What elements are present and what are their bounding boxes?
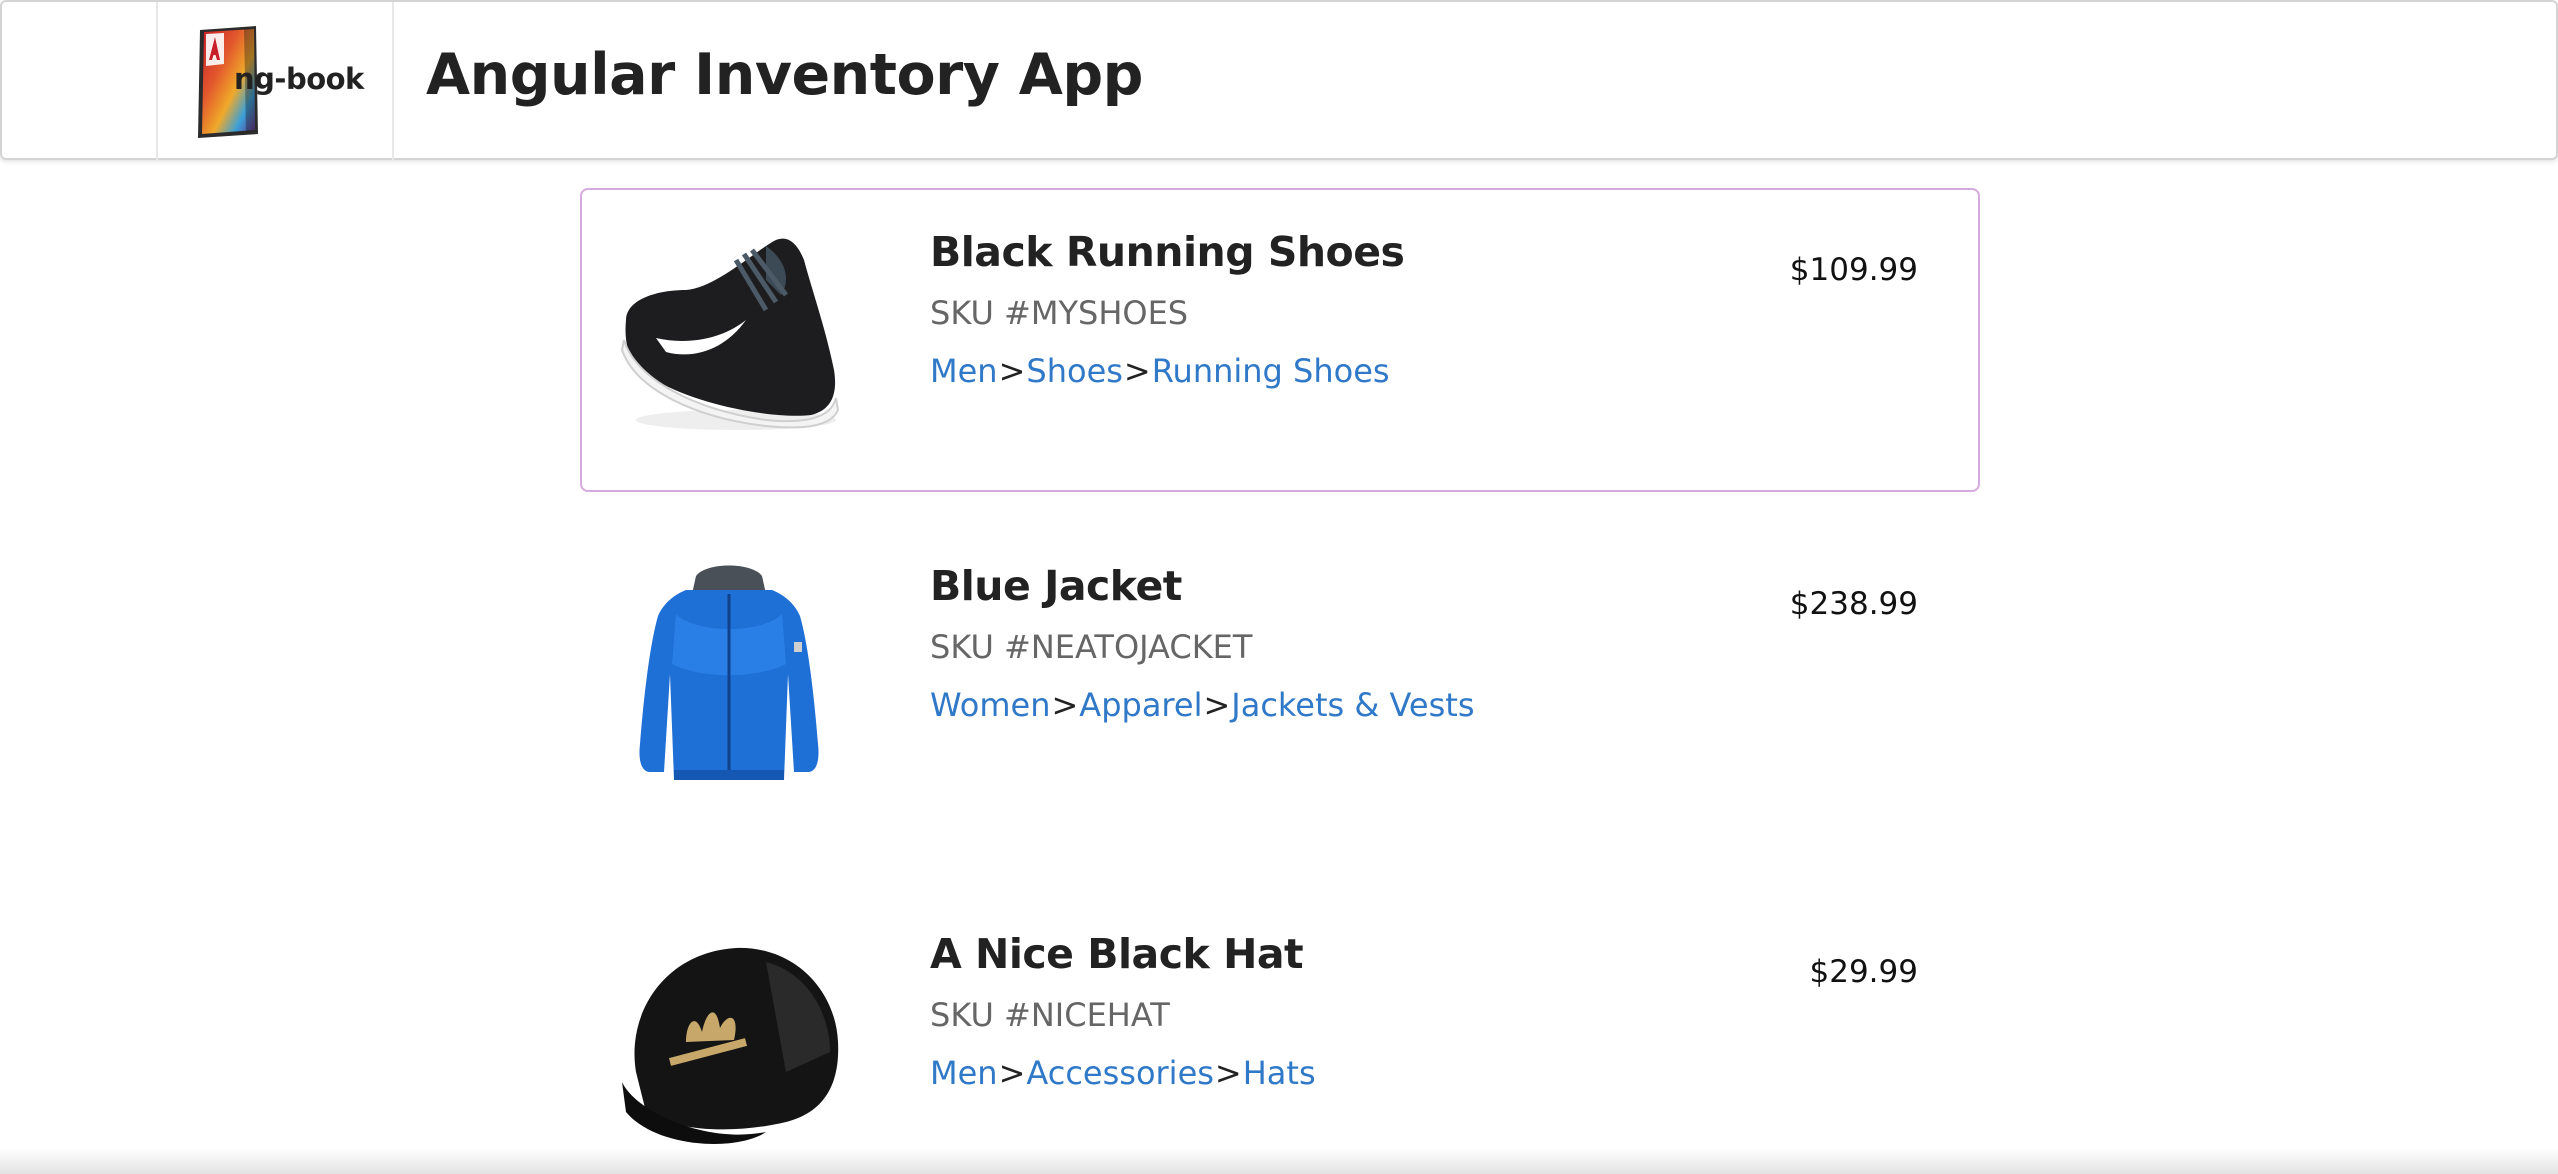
product-department-breadcrumb: Women>Apparel>Jackets & Vests: [930, 686, 1474, 724]
product-department-breadcrumb: Men>Accessories>Hats: [930, 1054, 1316, 1092]
jacket-icon: [639, 565, 819, 780]
breadcrumb-separator: >: [998, 1054, 1026, 1092]
breadcrumb-separator: >: [998, 352, 1026, 390]
product-sku: SKU #NEATOJACKET: [930, 628, 1253, 666]
breadcrumb-link-running-shoes[interactable]: Running Shoes: [1152, 352, 1390, 390]
breadcrumb-link-jackets-vests[interactable]: Jackets & Vests: [1231, 686, 1474, 724]
breadcrumb-link-men[interactable]: Men: [930, 1054, 998, 1092]
top-menu: ng-book Angular Inventory App: [0, 0, 2558, 160]
breadcrumb-separator: >: [1214, 1054, 1242, 1092]
breadcrumb-link-shoes[interactable]: Shoes: [1026, 352, 1123, 390]
breadcrumb-link-apparel[interactable]: Apparel: [1079, 686, 1202, 724]
product-name: Blue Jacket: [930, 562, 1182, 610]
breadcrumb-link-men[interactable]: Men: [930, 352, 998, 390]
product-price: $109.99: [1789, 252, 1918, 288]
brand-menu-item[interactable]: ng-book: [156, 2, 394, 160]
breadcrumb-link-accessories[interactable]: Accessories: [1026, 1054, 1214, 1092]
product-price: $29.99: [1809, 954, 1918, 990]
breadcrumb-separator: >: [1051, 686, 1079, 724]
product-sku: SKU #NICEHAT: [930, 996, 1170, 1034]
breadcrumb-link-women[interactable]: Women: [930, 686, 1050, 724]
breadcrumb-link-hats[interactable]: Hats: [1243, 1054, 1316, 1092]
running-shoe-icon: [620, 238, 840, 430]
product-row[interactable]: A Nice Black Hat SKU #NICEHAT Men>Access…: [580, 890, 1980, 1174]
product-row[interactable]: Black Running Shoes SKU #MYSHOES Men>Sho…: [580, 188, 1980, 492]
breadcrumb-separator: >: [1123, 352, 1151, 390]
product-image: [616, 922, 842, 1160]
scroll-fade: [0, 1148, 2558, 1174]
product-department-breadcrumb: Men>Shoes>Running Shoes: [930, 352, 1390, 390]
product-sku: SKU #MYSHOES: [930, 294, 1189, 332]
product-row[interactable]: Blue Jacket SKU #NEATOJACKET Women>Appar…: [580, 522, 1980, 826]
product-name: Black Running Shoes: [930, 228, 1405, 276]
product-image: [616, 220, 842, 458]
logo-text: ng-book: [234, 62, 364, 96]
product-price: $238.99: [1789, 586, 1918, 622]
app-title: Angular Inventory App: [426, 42, 1143, 108]
breadcrumb-separator: >: [1203, 686, 1231, 724]
product-name: A Nice Black Hat: [930, 930, 1304, 978]
product-image: [616, 554, 842, 792]
cap-icon: [622, 947, 839, 1144]
